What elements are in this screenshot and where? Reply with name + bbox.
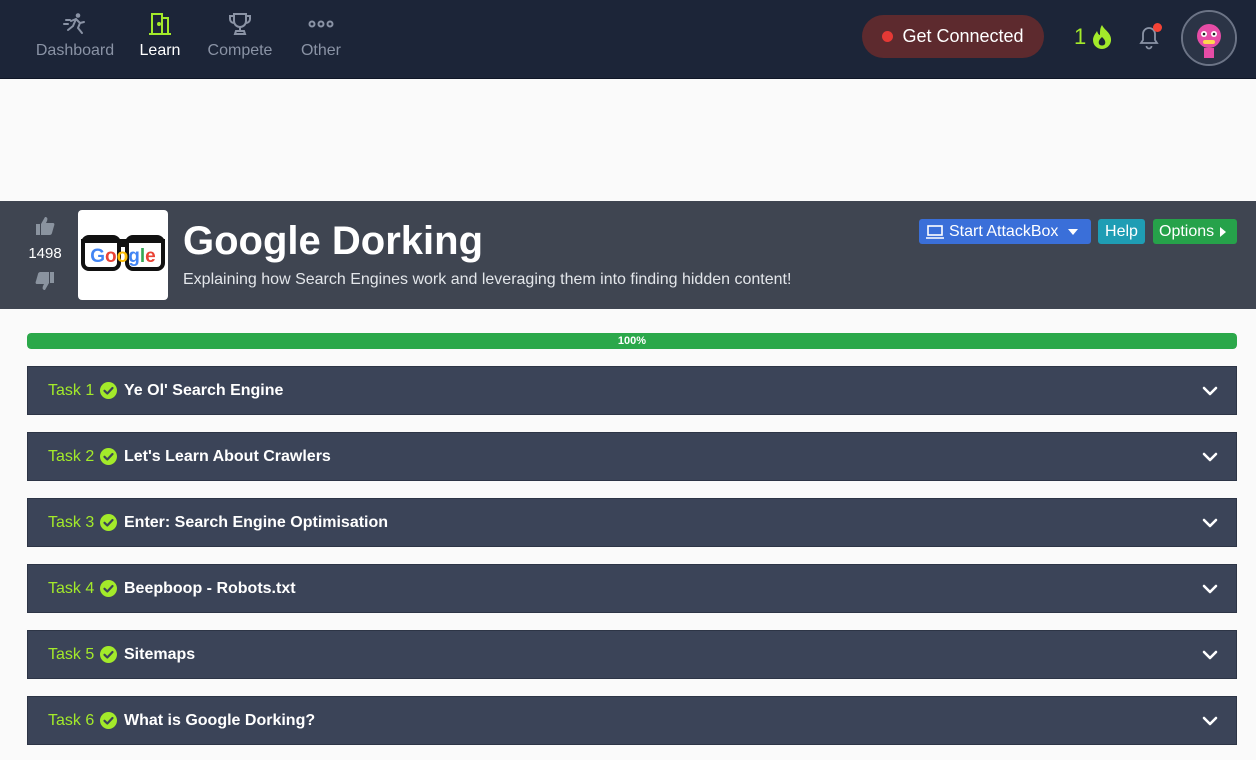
flame-icon — [1090, 24, 1114, 50]
options-button[interactable]: Options — [1153, 219, 1237, 244]
room-progress-bar: 100% — [27, 333, 1237, 349]
running-person-icon — [61, 10, 89, 38]
vote-count: 1498 — [28, 245, 62, 262]
caret-down-icon — [1068, 228, 1079, 235]
status-dot-icon — [882, 31, 894, 42]
chevron-down-icon[interactable] — [1202, 449, 1218, 465]
task-title: Ye Ol' Search Engine — [124, 381, 284, 399]
task-number: Task 4 — [48, 579, 95, 597]
nav-label: Compete — [207, 42, 273, 59]
thumbs-down-icon[interactable] — [34, 270, 56, 292]
trophy-icon — [226, 10, 254, 38]
task-row[interactable]: Task 2 Let's Learn About Crawlers — [27, 432, 1237, 481]
thumbs-up-icon[interactable] — [34, 215, 56, 237]
chevron-down-icon[interactable] — [1202, 581, 1218, 597]
help-button[interactable]: Help — [1098, 219, 1145, 244]
nav-other[interactable]: Other — [297, 10, 345, 70]
progress-label: 100% — [617, 335, 647, 347]
task-row[interactable]: Task 3 Enter: Search Engine Optimisation — [27, 498, 1237, 547]
task-title: Sitemaps — [124, 645, 196, 663]
task-number: Task 2 — [48, 447, 95, 465]
task-title: Let's Learn About Crawlers — [124, 447, 331, 465]
task-number: Task 6 — [48, 711, 95, 729]
task-row[interactable]: Task 5 Sitemaps — [27, 630, 1237, 679]
task-title: Enter: Search Engine Optimisation — [124, 513, 389, 531]
help-label: Help — [1105, 222, 1138, 240]
nav-label: Dashboard — [35, 42, 115, 59]
room-logo: Google — [78, 210, 168, 300]
check-circle-icon — [100, 580, 117, 597]
chevron-down-icon[interactable] — [1202, 515, 1218, 531]
nav-learn[interactable]: Learn — [138, 10, 182, 70]
attackbox-label: Start AttackBox — [949, 222, 1059, 240]
nav-label: Learn — [139, 42, 181, 59]
check-circle-icon — [100, 448, 117, 465]
caret-right-icon — [1220, 226, 1227, 237]
check-circle-icon — [100, 712, 117, 729]
check-circle-icon — [100, 514, 117, 531]
streak-count: 1 — [1074, 24, 1087, 49]
start-attackbox-button[interactable]: Start AttackBox — [919, 219, 1091, 244]
user-avatar[interactable] — [1181, 10, 1237, 66]
get-connected-button[interactable]: Get Connected — [862, 15, 1044, 58]
notification-badge — [1153, 23, 1162, 32]
top-nav: Dashboard Learn Compete Other Get Connec… — [0, 0, 1256, 79]
streak-counter[interactable]: 1 — [1074, 23, 1114, 51]
task-number: Task 3 — [48, 513, 95, 531]
room-title: Google Dorking — [183, 219, 483, 263]
nav-compete[interactable]: Compete — [205, 10, 275, 70]
check-circle-icon — [100, 382, 117, 399]
task-row[interactable]: Task 6 What is Google Dorking? — [27, 696, 1237, 745]
task-number: Task 5 — [48, 645, 95, 663]
task-title: Beepboop - Robots.txt — [124, 579, 296, 597]
get-connected-label: Get Connected — [902, 26, 1024, 46]
chevron-down-icon[interactable] — [1202, 383, 1218, 399]
options-label: Options — [1159, 222, 1215, 240]
ellipsis-icon — [307, 10, 335, 38]
nav-dashboard[interactable]: Dashboard — [35, 10, 115, 70]
vote-panel: 1498 — [20, 215, 70, 299]
logo-wordmark: Google — [90, 246, 155, 267]
nav-label: Other — [300, 42, 341, 59]
task-number: Task 1 — [48, 381, 95, 399]
task-row[interactable]: Task 1 Ye Ol' Search Engine — [27, 366, 1237, 415]
check-circle-icon — [100, 646, 117, 663]
notifications-bell-icon[interactable] — [1135, 23, 1163, 51]
task-row[interactable]: Task 4 Beepboop - Robots.txt — [27, 564, 1237, 613]
task-title: What is Google Dorking? — [124, 711, 316, 729]
door-icon — [146, 10, 174, 38]
chevron-down-icon[interactable] — [1202, 713, 1218, 729]
progress-fill: 100% — [27, 333, 1237, 349]
room-header: 1498 Google Google Dorking Explaining ho… — [0, 201, 1256, 309]
laptop-icon — [925, 224, 945, 240]
chevron-down-icon[interactable] — [1202, 647, 1218, 663]
room-description: Explaining how Search Engines work and l… — [183, 271, 792, 288]
